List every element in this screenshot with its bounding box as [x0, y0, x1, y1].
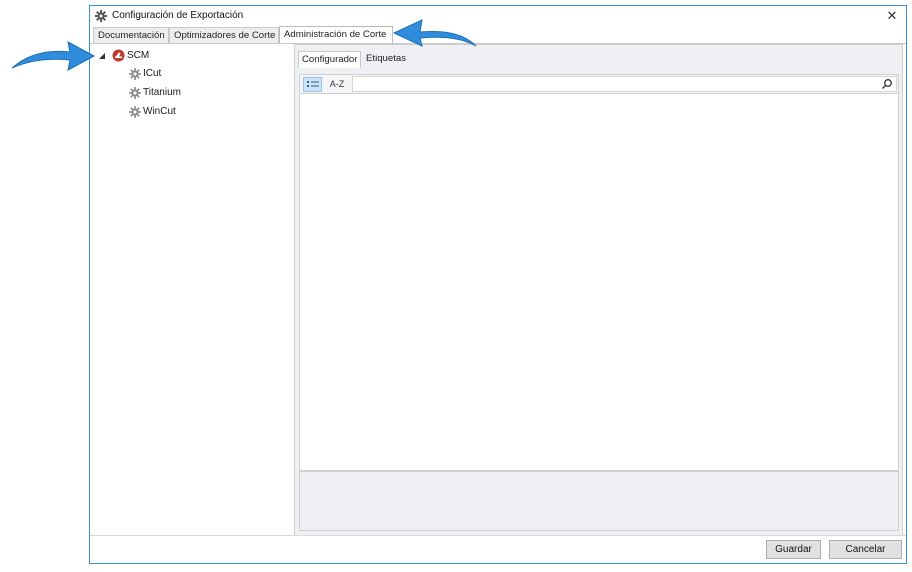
tree-item-label: SCM: [127, 50, 150, 61]
gear-icon: [129, 87, 141, 99]
tab-etiquetas[interactable]: Etiquetas: [363, 51, 409, 67]
categorized-list-icon: [307, 81, 319, 87]
machine-tree: [90, 44, 290, 536]
settings-gear-icon: [95, 10, 107, 22]
gear-icon: [129, 106, 141, 118]
annotation-arrow-left-icon: [392, 19, 477, 47]
categorized-view-button[interactable]: [303, 77, 322, 92]
property-search-input[interactable]: [352, 76, 897, 92]
configurator-panel: Configurador Etiquetas A-Z: [294, 44, 903, 536]
gear-icon: [129, 68, 141, 80]
tree-item-label: WinCut: [143, 106, 176, 117]
title-bar: Configuración de Exportación ✕: [90, 6, 906, 26]
search-icon[interactable]: [881, 78, 893, 90]
main-tabs: Documentación Optimizadores de Corte Adm…: [90, 26, 906, 44]
tab-optimizadores-de-corte[interactable]: Optimizadores de Corte: [169, 27, 279, 43]
window-title: Configuración de Exportación: [112, 10, 244, 21]
alphabetical-sort-button[interactable]: A-Z: [326, 77, 348, 92]
tab-administracion-de-corte[interactable]: Administración de Corte: [279, 26, 393, 44]
tree-item-label: ICut: [143, 68, 162, 79]
tree-expand-icon[interactable]: [99, 52, 107, 60]
cancel-button[interactable]: Cancelar: [829, 540, 902, 559]
property-toolbar: A-Z: [299, 74, 899, 94]
tab-documentacion[interactable]: Documentación: [93, 27, 169, 43]
scm-logo-icon: [112, 49, 125, 62]
footer-separator: [90, 535, 906, 536]
property-description-area: [299, 471, 899, 531]
save-button[interactable]: Guardar: [766, 540, 821, 559]
tree-item-label: Titanium: [143, 87, 181, 98]
property-grid[interactable]: [299, 94, 899, 471]
tab-configurador[interactable]: Configurador: [298, 51, 361, 68]
close-button[interactable]: ✕: [883, 7, 901, 25]
annotation-arrow-right-icon: [11, 41, 96, 71]
export-config-dialog: Configuración de Exportación ✕ Documenta…: [89, 5, 907, 564]
